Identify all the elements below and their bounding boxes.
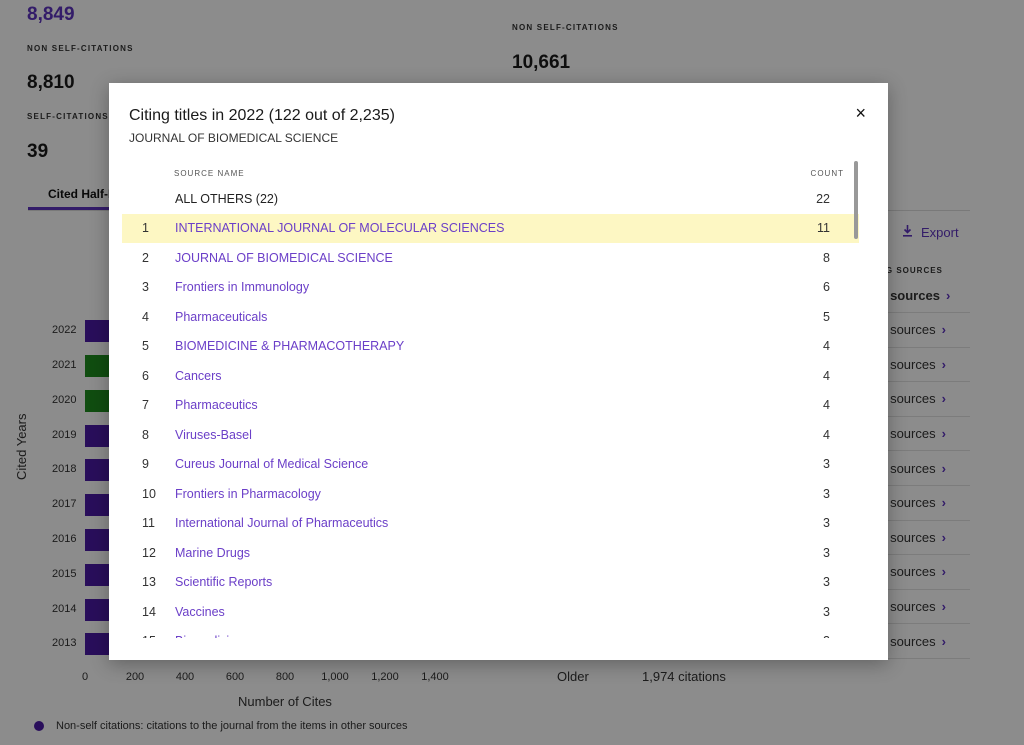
table-row[interactable]: 11 International Journal of Pharmaceutics… [122,509,859,539]
table-row[interactable]: 4 Pharmaceuticals 5 [122,302,859,332]
table-row[interactable]: 12 Marine Drugs 3 [122,538,859,568]
all-others-row: ALL OTHERS (22) 22 [122,184,859,214]
source-name-link[interactable]: Scientific Reports [175,575,272,589]
row-rank: 8 [142,427,149,442]
table-row[interactable]: 14 Vaccines 3 [122,597,859,627]
table-row[interactable]: 9 Cureus Journal of Medical Science 3 [122,450,859,480]
row-rank: 9 [142,457,149,472]
source-name-link[interactable]: Frontiers in Immunology [175,280,309,294]
column-header-source-name: SOURCE NAME [174,169,245,178]
table-header: SOURCE NAME COUNT [122,167,859,185]
row-count: 6 [823,280,830,295]
row-count: 3 [823,575,830,590]
source-name-link[interactable]: Cureus Journal of Medical Science [175,457,368,471]
column-header-count: COUNT [810,169,844,178]
table-row[interactable]: 13 Scientific Reports 3 [122,568,859,598]
modal-subtitle: JOURNAL OF BIOMEDICAL SCIENCE [129,131,339,145]
row-rank: 1 [142,221,149,236]
row-count: 3 [823,516,830,531]
row-count: 4 [823,427,830,442]
row-rank: 14 [142,604,156,619]
source-name-link[interactable]: Viruses-Basel [175,428,252,442]
row-rank: 2 [142,250,149,265]
row-count: 22 [816,191,830,206]
row-count: 8 [823,250,830,265]
source-name-link[interactable]: Frontiers in Pharmacology [175,487,321,501]
source-name-link[interactable]: Cancers [175,369,222,383]
table-row[interactable]: 6 Cancers 4 [122,361,859,391]
row-count: 3 [823,486,830,501]
source-name-link[interactable]: JOURNAL OF BIOMEDICAL SCIENCE [175,251,393,265]
modal-title: Citing titles in 2022 (122 out of 2,235) [129,107,395,124]
table-row[interactable]: 1 INTERNATIONAL JOURNAL OF MOLECULAR SCIE… [122,213,859,243]
row-count: 4 [823,398,830,413]
source-name-link[interactable]: INTERNATIONAL JOURNAL OF MOLECULAR SCIEN… [175,221,504,235]
row-rank: 4 [142,309,149,324]
row-count: 3 [823,545,830,560]
row-rank: 13 [142,575,156,590]
row-count: 5 [823,309,830,324]
source-name-link[interactable]: Biomedicines [175,634,249,638]
source-name-link[interactable]: BIOMEDICINE & PHARMACOTHERAPY [175,339,404,353]
row-count: 3 [823,604,830,619]
row-count: 2 [823,634,830,638]
row-count: 11 [817,221,830,236]
row-rank: 11 [142,516,155,531]
source-name-link[interactable]: Pharmaceutics [175,398,258,412]
table-row[interactable]: 2 JOURNAL OF BIOMEDICAL SCIENCE 8 [122,243,859,273]
table-row[interactable]: 15 Biomedicines 2 [122,627,859,638]
table-row[interactable]: 10 Frontiers in Pharmacology 3 [122,479,859,509]
row-count: 4 [823,368,830,383]
close-icon[interactable]: × [855,103,866,124]
row-rank: 6 [142,368,149,383]
source-name-link[interactable]: Pharmaceuticals [175,310,267,324]
table-scrollbar[interactable] [854,161,858,239]
row-count: 4 [823,339,830,354]
table-row[interactable]: 7 Pharmaceutics 4 [122,391,859,421]
row-rank: 5 [142,339,149,354]
table-row[interactable]: 3 Frontiers in Immunology 6 [122,273,859,303]
citing-titles-modal: Citing titles in 2022 (122 out of 2,235)… [109,83,888,660]
row-rank: 7 [142,398,149,413]
row-rank: 10 [142,486,156,501]
source-name-link[interactable]: Marine Drugs [175,546,250,560]
source-name-link[interactable]: Vaccines [175,605,225,619]
row-rank: 15 [142,634,156,638]
table-row[interactable]: 5 BIOMEDICINE & PHARMACOTHERAPY 4 [122,332,859,362]
table-row[interactable]: 8 Viruses-Basel 4 [122,420,859,450]
row-rank: 12 [142,545,156,560]
all-others-label: ALL OTHERS (22) [175,191,279,206]
row-rank: 3 [142,280,149,295]
citing-titles-table[interactable]: ALL OTHERS (22) 22 1 INTERNATIONAL JOURNAL … [122,184,859,638]
source-name-link[interactable]: International Journal of Pharmaceutics [175,516,388,530]
row-count: 3 [823,457,830,472]
